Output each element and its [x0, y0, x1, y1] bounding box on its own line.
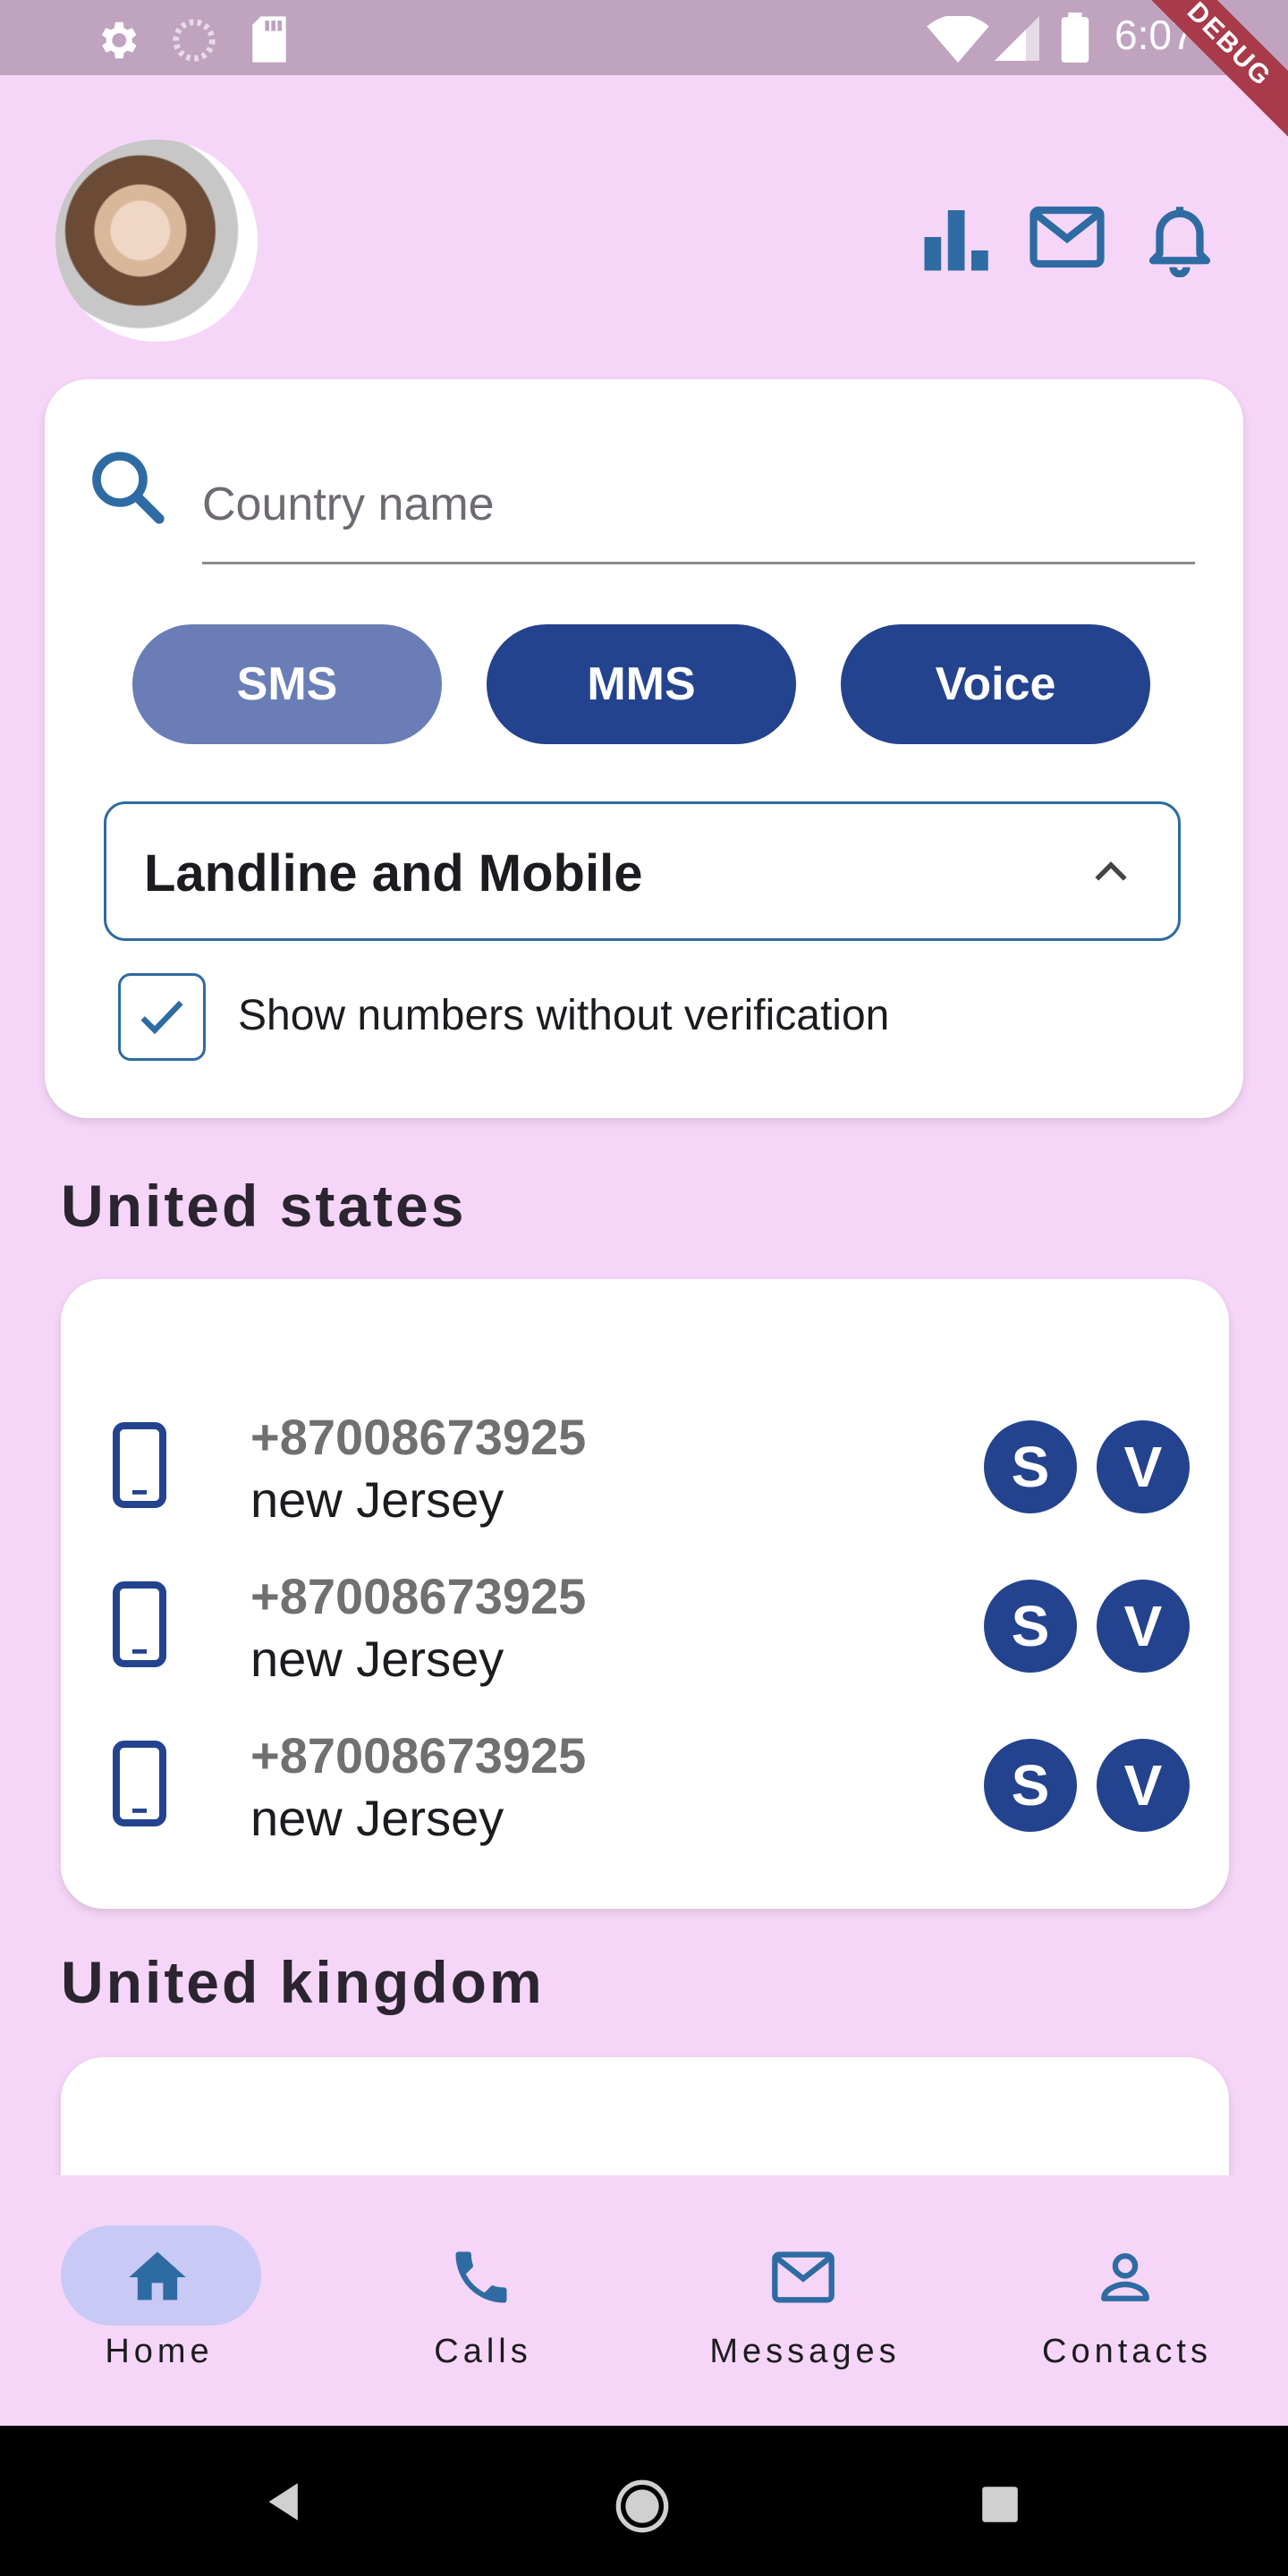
dropdown-value: Landline and Mobile	[144, 844, 643, 902]
section-title-united-kingdom: United kingdom	[61, 1949, 545, 2015]
filter-mms-button[interactable]: MMS	[487, 624, 796, 744]
status-bar: 6:07	[0, 0, 1288, 75]
mobile-phone-icon	[113, 1581, 166, 1667]
chevron-up-icon	[1095, 861, 1127, 881]
phone-location: new Jersey	[250, 1790, 504, 1846]
sms-badge: S	[984, 1580, 1077, 1673]
battery-icon	[1061, 13, 1089, 63]
checkbox-label: Show numbers without verification	[238, 992, 890, 1039]
sms-badge: S	[984, 1739, 1077, 1832]
nav-label: Messages	[709, 2333, 901, 2370]
bottom-navigation: Home Calls Messages Contacts	[0, 2175, 1288, 2426]
wifi-icon	[927, 16, 989, 63]
number-type-dropdown[interactable]: Landline and Mobile	[104, 801, 1181, 941]
voice-badge: V	[1097, 1739, 1190, 1832]
sms-badge: S	[984, 1420, 1077, 1513]
phone-location: new Jersey	[250, 1471, 504, 1528]
back-icon[interactable]	[265, 2481, 306, 2522]
search-icon	[92, 452, 165, 524]
nav-label: Contacts	[1042, 2333, 1212, 2370]
number-list-card: +87008673925 new Jersey S V +87008673925…	[61, 1279, 1229, 1909]
voice-badge: V	[1097, 1580, 1190, 1673]
verification-checkbox[interactable]	[118, 973, 206, 1061]
checkmark-icon	[140, 1000, 183, 1035]
avatar[interactable]	[55, 140, 258, 342]
bell-icon[interactable]	[1140, 197, 1220, 277]
nav-contacts[interactable]: Contacts	[993, 2175, 1261, 2426]
loading-icon	[173, 19, 216, 62]
number-row[interactable]: +87008673925 new Jersey S V	[61, 1705, 1229, 1864]
phone-location: new Jersey	[250, 1631, 504, 1687]
phone-number: +87008673925	[250, 1568, 587, 1624]
home-circle-icon[interactable]	[614, 2478, 671, 2535]
section-title-united-states: United states	[61, 1173, 467, 1239]
nav-label: Calls	[434, 2333, 532, 2370]
mail-icon[interactable]	[1027, 197, 1107, 277]
bar-chart-icon[interactable]	[918, 197, 998, 277]
home-icon	[129, 2251, 186, 2301]
system-navigation-bar	[0, 2426, 1288, 2576]
signal-icon	[995, 16, 1039, 61]
nav-messages[interactable]: Messages	[671, 2175, 939, 2426]
nav-home[interactable]: Home	[0, 2175, 267, 2426]
search-input[interactable]	[202, 447, 1195, 564]
mail-icon	[772, 2251, 835, 2303]
person-icon	[1101, 2253, 1149, 2301]
phone-number: +87008673925	[250, 1727, 587, 1784]
number-row[interactable]: +87008673925 new Jersey S V	[61, 1386, 1229, 1546]
nav-label: Home	[105, 2333, 214, 2370]
filter-sms-button[interactable]: SMS	[132, 624, 442, 744]
recents-icon[interactable]	[980, 2485, 1020, 2524]
phone-icon	[455, 2251, 507, 2303]
mobile-phone-icon	[113, 1422, 166, 1508]
nav-calls[interactable]: Calls	[349, 2175, 617, 2426]
voice-badge: V	[1097, 1420, 1190, 1513]
settings-icon	[101, 21, 137, 59]
phone-number: +87008673925	[250, 1409, 587, 1465]
mobile-phone-icon	[113, 1741, 166, 1826]
number-row[interactable]: +87008673925 new Jersey S V	[61, 1546, 1229, 1705]
sd-card-icon	[252, 16, 286, 63]
filter-voice-button[interactable]: Voice	[841, 624, 1150, 744]
